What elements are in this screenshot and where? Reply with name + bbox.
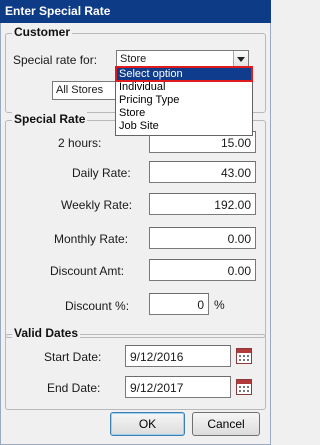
calendar-icon[interactable] — [236, 379, 252, 395]
dropdown-option-job-site[interactable]: Job Site — [116, 120, 252, 133]
special-rate-for-value: Store — [120, 53, 147, 65]
dropdown-option-select[interactable]: Select option — [115, 66, 253, 82]
discount-amt-field[interactable]: 0.00 — [149, 259, 256, 281]
daily-rate-label: Daily Rate: — [72, 166, 131, 180]
dropdown-option-store[interactable]: Store — [116, 107, 252, 120]
customer-group-title: Customer — [12, 25, 73, 39]
calendar-icon[interactable] — [236, 348, 252, 364]
chevron-down-icon[interactable] — [233, 51, 248, 67]
discount-amt-label: Discount Amt: — [50, 264, 125, 278]
discount-pct-label: Discount %: — [65, 299, 130, 313]
special-rate-group-title: Special Rate — [12, 112, 88, 126]
end-date-field[interactable]: 9/12/2017 — [125, 376, 231, 398]
start-date-field[interactable]: 9/12/2016 — [125, 345, 231, 367]
ok-button[interactable]: OK — [110, 412, 185, 436]
daily-rate-field[interactable]: 43.00 — [149, 161, 256, 183]
end-date-label: End Date: — [47, 381, 101, 395]
stores-select[interactable]: All Stores — [52, 81, 122, 100]
special-rate-for-dropdown-list: Select option Individual Pricing Type St… — [115, 66, 253, 136]
percent-sign: % — [214, 298, 225, 312]
discount-pct-field[interactable]: 0 — [149, 293, 209, 315]
start-date-label: Start Date: — [44, 350, 102, 364]
valid-dates-group-title: Valid Dates — [12, 326, 81, 340]
weekly-rate-label: Weekly Rate: — [61, 198, 133, 212]
cancel-button[interactable]: Cancel — [192, 412, 260, 436]
monthly-rate-label: Monthly Rate: — [54, 232, 129, 246]
weekly-rate-field[interactable]: 192.00 — [149, 193, 256, 215]
dropdown-option-pricing-type[interactable]: Pricing Type — [116, 94, 252, 107]
dropdown-option-individual[interactable]: Individual — [116, 81, 252, 94]
special-rate-for-label: Special rate for: — [13, 53, 98, 67]
stores-value: All Stores — [56, 84, 104, 96]
monthly-rate-field[interactable]: 0.00 — [149, 227, 256, 249]
window-title: Enter Special Rate — [0, 0, 271, 23]
two-hours-label: 2 hours: — [58, 136, 102, 150]
